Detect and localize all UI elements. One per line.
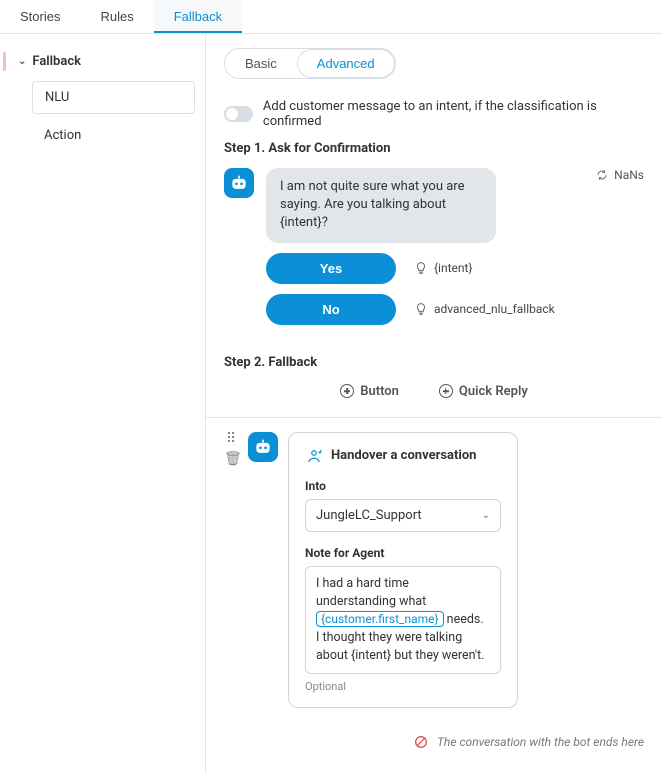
note-field[interactable]: I had a hard time understanding what {cu… <box>305 566 501 675</box>
handover-card: Handover a conversation Into JungleLC_Su… <box>288 432 518 709</box>
step1-title: Step 1. Ask for Confirmation <box>224 141 644 156</box>
yes-button[interactable]: Yes <box>266 253 396 284</box>
into-label: Into <box>305 479 501 493</box>
sidebar-item-action[interactable]: Action <box>32 120 195 151</box>
into-select[interactable]: JungleLC_Support ⌄ <box>305 499 501 532</box>
tab-stories[interactable]: Stories <box>0 0 80 33</box>
divider <box>206 417 662 418</box>
add-button-label: Button <box>360 384 399 399</box>
step2-title: Step 2. Fallback <box>224 355 644 370</box>
optional-label: Optional <box>305 680 501 693</box>
note-label: Note for Agent <box>305 546 501 560</box>
add-quickreply-label: Quick Reply <box>459 384 528 399</box>
seg-advanced[interactable]: Advanced <box>297 49 395 78</box>
add-to-intent-label: Add customer message to an intent, if th… <box>263 99 644 129</box>
mode-segmented: Basic Advanced <box>224 48 396 79</box>
stop-icon <box>413 734 429 750</box>
footer-text: The conversation with the bot ends here <box>437 735 644 749</box>
delete-icon[interactable]: 🗑 <box>224 452 238 466</box>
sidebar-group-fallback[interactable]: ⌄ Fallback <box>10 48 205 75</box>
no-hint: advanced_nlu_fallback <box>434 302 555 316</box>
drag-handle-icon[interactable]: ⠿ <box>224 432 238 446</box>
sidebar-item-nlu[interactable]: NLU <box>32 81 195 114</box>
bulb-icon <box>414 302 428 316</box>
top-tabs: Stories Rules Fallback <box>0 0 662 34</box>
card-title-text: Handover a conversation <box>331 448 476 463</box>
yes-hint: {intent} <box>434 261 473 275</box>
tab-rules[interactable]: Rules <box>80 0 153 33</box>
variable-chip[interactable]: {customer.first_name} <box>316 611 444 627</box>
handover-icon <box>305 447 323 465</box>
message-meta: NaNs <box>596 168 644 182</box>
note-text-before: I had a hard time understanding what <box>316 576 426 609</box>
plus-icon <box>439 384 453 398</box>
add-to-intent-toggle[interactable] <box>224 106 253 122</box>
sidebar: ⌄ Fallback NLU Action <box>0 34 206 774</box>
bot-avatar-icon <box>224 168 254 198</box>
message-meta-text: NaNs <box>614 168 644 182</box>
confirmation-message[interactable]: I am not quite sure what you are saying.… <box>266 168 496 243</box>
seg-basic[interactable]: Basic <box>225 49 297 78</box>
sidebar-group-label: Fallback <box>32 54 81 69</box>
chevron-down-icon: ⌄ <box>482 510 490 521</box>
plus-icon <box>340 384 354 398</box>
add-button-action[interactable]: Button <box>340 384 399 399</box>
tab-fallback[interactable]: Fallback <box>154 0 242 33</box>
bot-avatar-icon <box>248 432 278 462</box>
content-pane: Basic Advanced Add customer message to a… <box>206 34 662 774</box>
refresh-icon <box>596 169 608 181</box>
no-button[interactable]: No <box>266 294 396 325</box>
into-value: JungleLC_Support <box>316 508 422 523</box>
add-quickreply-action[interactable]: Quick Reply <box>439 384 528 399</box>
bulb-icon <box>414 261 428 275</box>
chevron-down-icon: ⌄ <box>18 56 26 67</box>
